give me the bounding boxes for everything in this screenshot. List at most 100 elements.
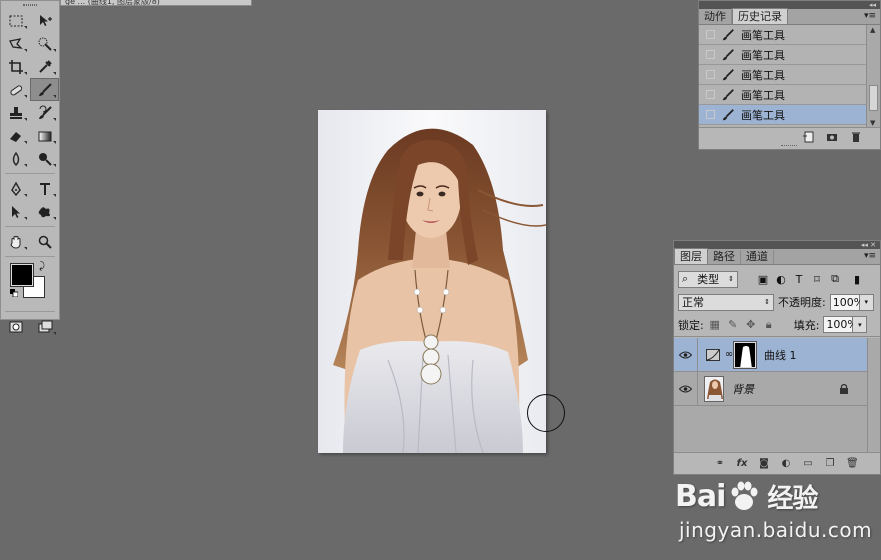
crop-icon[interactable] <box>1 55 30 78</box>
layer-filter-select[interactable]: ⌕ 类型 ⇕ <box>678 270 738 288</box>
blend-mode-value: 正常 <box>682 296 704 309</box>
fill-input[interactable]: 100% <box>823 316 858 333</box>
curves-adjustment-icon[interactable] <box>702 348 724 361</box>
clone-stamp-icon[interactable] <box>1 101 30 124</box>
layer-thumbnail[interactable] <box>704 375 724 402</box>
marquee-icon[interactable] <box>1 9 30 32</box>
screen-mode-icon[interactable] <box>30 315 59 338</box>
swap-colors-icon[interactable]: ⤸ <box>39 262 45 272</box>
lock-position-icon[interactable]: ✥ <box>744 318 758 332</box>
blend-mode-select[interactable]: 正常 ⇕ <box>678 293 774 311</box>
fx-icon[interactable]: fx <box>736 458 748 469</box>
new-document-from-state-icon[interactable] <box>802 131 814 146</box>
filter-toggle-icon[interactable]: ▮ <box>850 273 864 286</box>
link-icon[interactable]: ∞ <box>724 349 734 360</box>
add-mask-icon[interactable]: ◙ <box>758 458 770 469</box>
history-item[interactable]: 画笔工具 <box>699 45 867 65</box>
layer-mask-thumbnail[interactable] <box>734 341 756 368</box>
panel-menu-icon[interactable]: ▾≡ <box>864 11 876 21</box>
history-snapshot-checkbox[interactable] <box>706 50 715 59</box>
lock-all-icon[interactable]: 🔒︎ <box>762 318 776 332</box>
opacity-dropdown-icon[interactable]: ▾ <box>859 293 874 311</box>
path-select-icon[interactable] <box>1 200 30 223</box>
layer-list: ∞ 曲线 1 背景 <box>674 337 867 453</box>
tab-channels[interactable]: 通道 <box>741 250 774 264</box>
eyedropper-icon[interactable] <box>30 55 59 78</box>
panel-resize-grip[interactable] <box>781 145 797 147</box>
layer-name[interactable]: 曲线 1 <box>764 347 797 363</box>
quick-mask-icon[interactable] <box>1 315 30 338</box>
tab-layers[interactable]: 图层 <box>674 248 708 264</box>
brush-icon <box>719 108 737 122</box>
scrollbar-thumb[interactable] <box>869 85 878 111</box>
lock-transparent-icon[interactable]: ▦ <box>708 318 722 332</box>
layers-footer: ⚭ fx ◙ ◐ ▭ ❐ 🗑︎ <box>674 452 880 474</box>
pen-icon[interactable] <box>1 177 30 200</box>
history-brush-icon[interactable] <box>30 101 59 124</box>
history-item[interactable]: 画笔工具 <box>699 65 867 85</box>
history-panel: ◂◂ 动作 历史记录 ▾≡ 画笔工具 画笔工具 画笔工具 画笔工具 画笔工具 ▲… <box>698 0 881 150</box>
history-item-label: 画笔工具 <box>741 88 785 102</box>
trash-icon[interactable]: 🗑︎ <box>846 458 859 469</box>
lock-pixels-icon[interactable]: ✎ <box>726 318 740 332</box>
opacity-input[interactable]: 100% <box>829 293 864 311</box>
default-colors-icon[interactable] <box>10 289 18 297</box>
toolbox-grip[interactable] <box>1 1 59 9</box>
healing-icon[interactable] <box>1 78 30 101</box>
shape-icon[interactable] <box>30 200 59 223</box>
folder-icon[interactable]: ▭ <box>802 458 814 469</box>
canvas-image[interactable] <box>318 110 546 453</box>
dodge-icon[interactable] <box>30 147 59 170</box>
eraser-icon[interactable] <box>1 124 30 147</box>
fill-label: 填充: <box>793 318 820 332</box>
search-icon: ⌕ <box>682 272 689 285</box>
panel-menu-icon[interactable]: ▾≡ <box>864 251 876 261</box>
link-icon[interactable]: ⚭ <box>714 458 726 469</box>
chevron-updown-icon: ⇕ <box>728 275 734 283</box>
history-snapshot-checkbox[interactable] <box>706 90 715 99</box>
layers-scrollbar[interactable] <box>867 338 880 453</box>
history-panel-tabs: 动作 历史记录 ▾≡ <box>699 8 880 25</box>
layers-panel: ◂◂ ✕ 图层 路径 通道 ▾≡ ⌕ 类型 ⇕ ▣ ◐ T ⌑ ⧉ ▮ 正常 ⇕… <box>673 240 881 475</box>
layer-row-curves[interactable]: ∞ 曲线 1 <box>674 337 867 372</box>
type-filter-icon[interactable]: T <box>792 273 806 286</box>
history-item-selected[interactable]: 画笔工具 <box>699 105 867 125</box>
panel-collapse-bar[interactable]: ◂◂ <box>699 1 880 9</box>
history-snapshot-checkbox[interactable] <box>706 70 715 79</box>
history-snapshot-checkbox[interactable] <box>706 110 715 119</box>
hand-icon[interactable] <box>1 230 30 253</box>
adjustment-icon[interactable]: ◐ <box>780 458 792 469</box>
opacity-label: 不透明度: <box>778 296 826 309</box>
fill-dropdown-icon[interactable]: ▾ <box>853 316 868 333</box>
brush-icon[interactable] <box>30 78 59 101</box>
move-icon[interactable] <box>30 9 59 32</box>
shape-filter-icon[interactable]: ⌑ <box>810 273 824 286</box>
quick-select-icon[interactable] <box>30 32 59 55</box>
eye-icon[interactable] <box>674 371 698 406</box>
smart-object-filter-icon[interactable]: ⧉ <box>828 272 842 286</box>
foreground-color-swatch[interactable] <box>11 264 33 286</box>
new-layer-icon[interactable]: ❐ <box>824 458 836 469</box>
trash-icon[interactable] <box>850 131 862 146</box>
blur-icon[interactable] <box>1 147 30 170</box>
layer-name[interactable]: 背景 <box>732 381 754 397</box>
layer-row-background[interactable]: 背景 <box>674 371 867 406</box>
history-snapshot-checkbox[interactable] <box>706 30 715 39</box>
pixel-filter-icon[interactable]: ▣ <box>756 273 770 286</box>
type-icon[interactable] <box>30 177 59 200</box>
history-item[interactable]: 画笔工具 <box>699 25 867 45</box>
adjustment-filter-icon[interactable]: ◐ <box>774 273 788 286</box>
tab-paths[interactable]: 路径 <box>708 250 741 264</box>
portrait-photo <box>318 110 546 453</box>
lasso-icon[interactable] <box>1 32 30 55</box>
history-item-label: 画笔工具 <box>741 68 785 82</box>
camera-icon[interactable] <box>826 131 838 146</box>
eye-icon[interactable] <box>674 337 698 372</box>
gradient-icon[interactable] <box>30 124 59 147</box>
tab-actions[interactable]: 动作 <box>699 10 732 24</box>
zoom-icon[interactable] <box>30 230 59 253</box>
document-tab[interactable]: ge ... (曲线1, 图层蒙版/8) <box>60 0 252 6</box>
history-scrollbar[interactable]: ▲ ▼ <box>866 25 880 128</box>
history-item[interactable]: 画笔工具 <box>699 85 867 105</box>
tab-history[interactable]: 历史记录 <box>732 8 788 24</box>
